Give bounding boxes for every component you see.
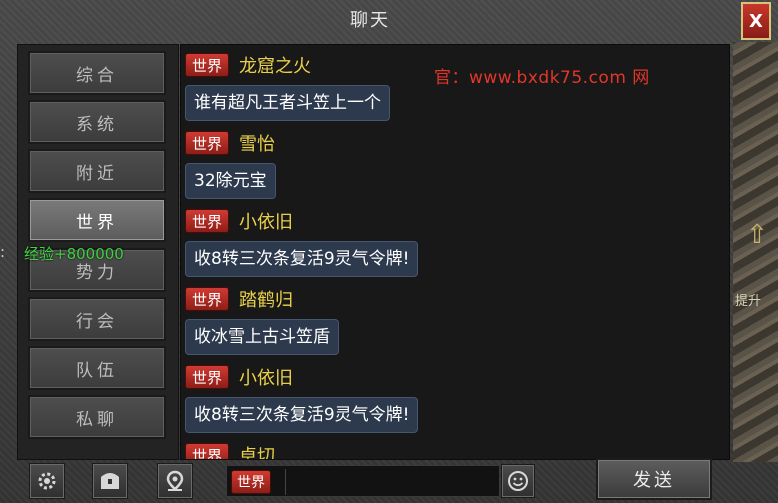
background-text-fragment-left: : — [0, 243, 6, 261]
message-bubble: 32除元宝 — [185, 163, 276, 199]
chat-input[interactable] — [285, 469, 498, 495]
channel-badge: 世界 — [185, 365, 230, 389]
background-text-fragment: 提升 — [735, 294, 762, 309]
sender-name[interactable]: 龙窟之火 — [239, 52, 311, 78]
chat-input-box[interactable]: 世界 — [226, 465, 500, 497]
gear-icon — [38, 472, 56, 490]
emoji-button[interactable] — [501, 464, 535, 498]
chat-message: 世界 雪怡 32除元宝 — [185, 129, 276, 199]
up-arrow-icon: ⇧ — [746, 220, 768, 250]
chat-message: 世界 龙窟之火 谁有超凡王者斗笠上一个 — [185, 51, 390, 121]
exp-gain-popup: 经验+800000 — [24, 245, 124, 263]
nav-item-team[interactable]: 队伍 — [28, 346, 166, 390]
close-button[interactable]: X — [741, 2, 771, 40]
channel-badge: 世界 — [185, 131, 230, 155]
chat-message: 世界 小依旧 收8转三次条复活9灵气令牌! — [185, 207, 419, 277]
sender-name[interactable]: 雪怡 — [239, 130, 275, 156]
send-button[interactable]: 发送 — [596, 458, 712, 500]
smiley-icon — [508, 471, 528, 491]
watermark-text: 官：www.bxdk75.com 网 — [434, 68, 650, 88]
chat-message: 世界 踏鹤归 收冰雪上古斗笠盾 — [185, 285, 339, 355]
channel-badge: 世界 — [185, 287, 230, 311]
nav-item-system[interactable]: 系统 — [28, 100, 166, 144]
chest-icon — [101, 473, 119, 489]
chat-message: 世界 小依旧 收8转三次条复活9灵气令牌! — [185, 363, 419, 433]
sender-name[interactable]: 小依旧 — [239, 208, 293, 234]
game-background-strip: ⇧ 提升 — [733, 42, 778, 462]
window-title: 聊天 — [350, 10, 390, 31]
chat-message-list[interactable]: 世界 龙窟之火 谁有超凡王者斗笠上一个 世界 雪怡 32除元宝 世界 小依旧 收… — [180, 44, 730, 460]
chat-message: 世界 卓切 — [185, 441, 275, 459]
location-share-button[interactable] — [157, 463, 193, 499]
nav-item-world[interactable]: 世界 — [28, 198, 166, 242]
sender-name[interactable]: 卓切 — [239, 442, 275, 459]
item-share-button[interactable] — [92, 463, 128, 499]
message-bubble: 收8转三次条复活9灵气令牌! — [185, 397, 419, 433]
input-channel-selector[interactable]: 世界 — [231, 470, 271, 494]
nav-item-guild[interactable]: 行会 — [28, 297, 166, 341]
channel-badge: 世界 — [185, 443, 230, 459]
nav-item-nearby[interactable]: 附近 — [28, 149, 166, 193]
settings-button[interactable] — [29, 463, 65, 499]
nav-item-general[interactable]: 综合 — [28, 51, 166, 95]
message-bubble: 收冰雪上古斗笠盾 — [185, 319, 339, 355]
location-pin-icon — [166, 470, 184, 491]
sender-name[interactable]: 踏鹤归 — [239, 286, 293, 312]
message-bubble: 收8转三次条复活9灵气令牌! — [185, 241, 419, 277]
message-bubble: 谁有超凡王者斗笠上一个 — [185, 85, 390, 121]
sender-name[interactable]: 小依旧 — [239, 364, 293, 390]
nav-item-private[interactable]: 私聊 — [28, 395, 166, 439]
channel-badge: 世界 — [185, 209, 230, 233]
channel-badge: 世界 — [185, 53, 230, 77]
